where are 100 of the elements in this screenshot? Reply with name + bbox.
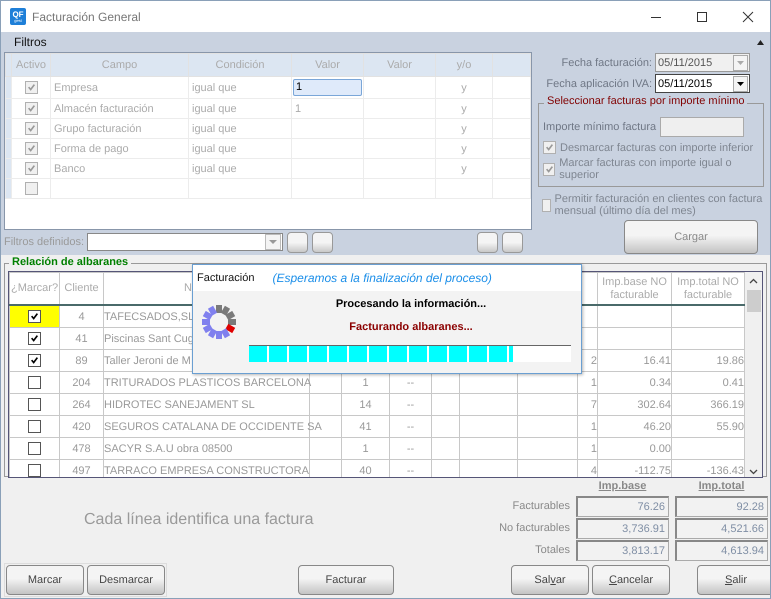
- dropdown-icon[interactable]: [733, 76, 748, 92]
- checkbox[interactable]: [28, 376, 41, 389]
- amount-field[interactable]: [660, 117, 744, 137]
- window-title: Facturación General: [32, 10, 141, 24]
- checkbox[interactable]: [24, 102, 38, 115]
- table-cell: SEGUROS CATALANA DE OCCIDENTE SA: [104, 420, 322, 432]
- collapse-icon[interactable]: [757, 40, 764, 44]
- total-field: 92.28: [675, 496, 768, 516]
- table-cell: 7: [590, 398, 597, 410]
- total-field: 4,521.66: [675, 518, 768, 538]
- close-icon[interactable]: [742, 10, 754, 22]
- table-cell: SACYR S.A.U obra 08500: [104, 442, 232, 454]
- status-text: Facturando albaranes...: [349, 321, 473, 333]
- action-button[interactable]: Facturar: [298, 564, 394, 594]
- table-cell: Banco: [54, 162, 86, 174]
- total-field: 3,736.91: [576, 518, 669, 538]
- table-cell: 497: [72, 464, 91, 476]
- selected-cell[interactable]: [10, 305, 60, 328]
- scroll-thumb[interactable]: [746, 290, 760, 312]
- table-cell: --: [406, 398, 414, 410]
- table-cell: igual que: [192, 102, 237, 114]
- table-cell: 89: [75, 354, 88, 366]
- panel-title: Filtros: [14, 35, 47, 49]
- small-button[interactable]: [502, 232, 524, 252]
- scroll-down-icon[interactable]: [749, 469, 758, 475]
- date-field[interactable]: 05/11/2015: [655, 74, 750, 93]
- checkmark-icon: [30, 334, 39, 343]
- filter-dropdown[interactable]: [87, 233, 284, 251]
- group-title: Seleccionar facturas por importe mínimo: [544, 95, 748, 107]
- column-header: y/o: [436, 54, 492, 76]
- table-cell: 41: [75, 332, 88, 344]
- checkmark-icon: [30, 312, 39, 321]
- checkbox[interactable]: [24, 182, 38, 195]
- dialog-subtitle: (Esperamos a la finalización del proceso): [272, 271, 492, 285]
- cell-editor[interactable]: 1: [293, 79, 362, 96]
- table-cell: 46.20: [643, 420, 671, 432]
- small-button[interactable]: [287, 232, 308, 252]
- checkbox[interactable]: [543, 162, 556, 176]
- table-cell: --: [406, 376, 414, 388]
- action-button[interactable]: Desmarcar: [87, 564, 165, 594]
- row-label: Totales: [534, 544, 570, 556]
- column-header: Campo: [50, 54, 188, 76]
- checkmark-icon: [26, 124, 36, 133]
- table-cell: 1: [590, 420, 597, 432]
- checkbox[interactable]: [542, 198, 551, 212]
- checkbox[interactable]: [28, 398, 41, 411]
- row-label: No facturables: [499, 522, 570, 534]
- maximize-icon[interactable]: [696, 10, 708, 22]
- checkbox-label: Desmarcar facturas con importe inferior: [560, 142, 754, 154]
- checkmark-icon: [26, 144, 36, 153]
- checkbox-label: Marcar facturas con importe igual o superior: [559, 157, 733, 181]
- table-cell: Taller Jeroni de M: [104, 354, 191, 366]
- table-cell: 366.19: [710, 398, 744, 410]
- column-header: Valor: [364, 54, 436, 76]
- column-header: Condición: [188, 54, 292, 76]
- table-cell: 478: [72, 442, 91, 454]
- table-cell: igual que: [192, 142, 237, 154]
- checkbox[interactable]: [28, 420, 41, 433]
- table-cell: -112.75: [634, 464, 671, 476]
- field-label: Fecha facturación:: [562, 56, 652, 68]
- checkmark-icon: [26, 164, 36, 173]
- total-field: 3,813.17: [576, 540, 669, 560]
- table-cell: 16.41: [643, 354, 671, 366]
- checkbox[interactable]: [28, 354, 41, 367]
- hint-text: Cada línea identifica una factura: [84, 511, 314, 529]
- table-cell: --: [406, 420, 414, 432]
- checkbox[interactable]: [24, 81, 38, 94]
- table-cell: 41: [359, 420, 372, 432]
- action-button[interactable]: Salvar: [511, 564, 589, 594]
- checkbox[interactable]: [28, 310, 41, 323]
- table-cell: Empresa: [54, 82, 98, 94]
- checkbox[interactable]: [28, 332, 41, 345]
- checkbox[interactable]: [24, 142, 38, 155]
- scroll-up-icon[interactable]: [749, 278, 758, 284]
- field-label: Fecha aplicación IVA:: [546, 78, 652, 90]
- table-cell: TRITURADOS PLASTICOS BARCELONA: [104, 376, 312, 388]
- checkbox[interactable]: [24, 162, 38, 175]
- checkbox[interactable]: [543, 141, 556, 154]
- action-button[interactable]: Salir: [697, 564, 770, 594]
- small-button[interactable]: [477, 232, 498, 252]
- checkbox[interactable]: [24, 122, 38, 135]
- table-cell: 1: [295, 102, 302, 114]
- table-cell: 4: [590, 464, 597, 476]
- column-header: Activo: [12, 54, 50, 76]
- table-cell: y: [461, 162, 467, 174]
- row-label: Facturables: [512, 500, 570, 512]
- spinner-icon: [201, 304, 237, 340]
- checkbox[interactable]: [28, 442, 41, 455]
- column-header: Imp.total NO facturable: [677, 276, 739, 300]
- action-button[interactable]: Cancelar: [592, 564, 670, 594]
- table-cell: igual que: [192, 82, 237, 94]
- table-cell: 1: [362, 376, 369, 388]
- table-cell: -136.43: [706, 464, 744, 476]
- action-button[interactable]: Marcar: [6, 564, 84, 594]
- table-cell: --: [406, 442, 414, 454]
- checkbox[interactable]: [28, 464, 41, 477]
- table-cell: 0.00: [650, 442, 671, 454]
- small-button[interactable]: [312, 232, 334, 252]
- table-cell: HIDROTEC SANEJAMENT SL: [104, 398, 255, 410]
- total-field: 4,613.94: [675, 540, 768, 560]
